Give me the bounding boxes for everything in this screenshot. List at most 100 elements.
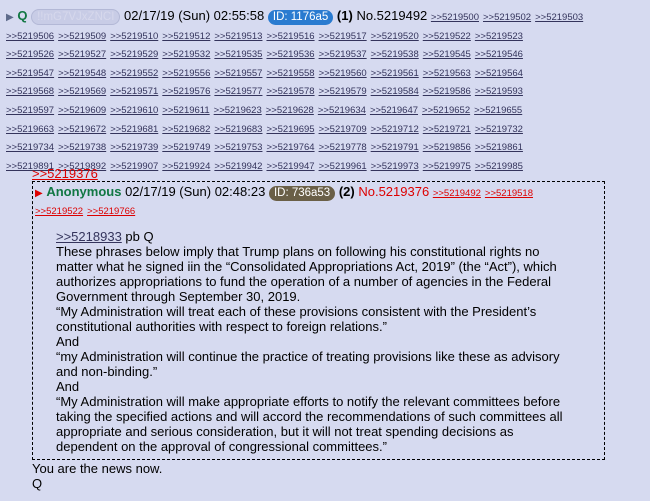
quoted-backlink[interactable]: >>5219766 <box>87 206 135 217</box>
backlink[interactable]: >>5219586 <box>423 86 471 97</box>
backlink[interactable]: >>5219512 <box>162 31 210 42</box>
backlink[interactable]: >>5219579 <box>319 86 367 97</box>
backlink[interactable]: >>5219947 <box>266 161 314 172</box>
poster-id-badge[interactable]: ID: 1176a5 <box>267 10 334 25</box>
backlink[interactable]: >>5219721 <box>423 124 471 135</box>
backlink[interactable]: >>5219577 <box>214 86 262 97</box>
backlink[interactable]: >>5219856 <box>423 142 471 153</box>
backlink[interactable]: >>5219503 <box>535 12 583 23</box>
quoted-post-menu-arrow-icon[interactable]: ▶ <box>35 188 43 199</box>
quote-link[interactable]: >>5219376 <box>32 166 98 181</box>
backlink[interactable]: >>5219547 <box>6 68 54 79</box>
backlink[interactable]: >>5219732 <box>475 124 523 135</box>
backlink[interactable]: >>5219545 <box>423 49 471 60</box>
backlink[interactable]: >>5219683 <box>214 124 262 135</box>
quoted-backlink[interactable]: >>5219492 <box>433 188 481 199</box>
backlink[interactable]: >>5219578 <box>266 86 314 97</box>
backlink[interactable]: >>5219647 <box>370 105 418 116</box>
backlink[interactable]: >>5219709 <box>319 124 367 135</box>
backlink[interactable]: >>5219584 <box>371 86 419 97</box>
backlink[interactable]: >>5219682 <box>162 124 210 135</box>
backlink[interactable]: >>5219973 <box>371 161 419 172</box>
backlink[interactable]: >>5219513 <box>214 31 262 42</box>
backlink[interactable]: >>5219526 <box>6 49 54 60</box>
backlink[interactable]: >>5219537 <box>319 49 367 60</box>
backlink[interactable]: >>5219560 <box>319 68 367 79</box>
backlink[interactable]: >>5219610 <box>110 105 158 116</box>
backlink[interactable]: >>5219942 <box>214 161 262 172</box>
backlink[interactable]: >>5219672 <box>58 124 106 135</box>
backlink[interactable]: >>5219924 <box>162 161 210 172</box>
backlink[interactable]: >>5219529 <box>110 49 158 60</box>
backlink[interactable]: >>5219975 <box>423 161 471 172</box>
backlink[interactable]: >>5219569 <box>58 86 106 97</box>
quoted-poster-id-badge[interactable]: ID: 736a53 <box>268 186 336 201</box>
backlink[interactable]: >>5219628 <box>266 105 314 116</box>
backlink[interactable]: >>5219634 <box>318 105 366 116</box>
backlink[interactable]: >>5219712 <box>371 124 419 135</box>
backlink[interactable]: >>5219506 <box>6 31 54 42</box>
backlink[interactable]: >>5219509 <box>58 31 106 42</box>
backlink[interactable]: >>5219623 <box>214 105 262 116</box>
backlink[interactable]: >>5219576 <box>162 86 210 97</box>
backlink[interactable]: >>5219523 <box>475 31 523 42</box>
backlink[interactable]: >>5219564 <box>475 68 523 79</box>
post-message: You are the news now. Q <box>32 461 162 491</box>
backlink[interactable]: >>5219764 <box>266 142 314 153</box>
backlink[interactable]: >>5219695 <box>266 124 314 135</box>
post-menu-arrow-icon[interactable]: ▶ <box>6 12 14 23</box>
quoted-post-count: (2) <box>338 184 355 199</box>
backlink[interactable]: >>5219985 <box>475 161 523 172</box>
backlink[interactable]: >>5219535 <box>214 49 262 60</box>
backlink[interactable]: >>5219961 <box>319 161 367 172</box>
backlink[interactable]: >>5219611 <box>162 105 209 116</box>
backlink[interactable]: >>5219681 <box>110 124 158 135</box>
quoted-backlink[interactable]: >>5219522 <box>35 206 83 217</box>
backlink[interactable]: >>5219791 <box>371 142 419 153</box>
quoted-backlink[interactable]: >>5219518 <box>485 188 533 199</box>
backlink[interactable]: >>5219517 <box>319 31 367 42</box>
backlink[interactable]: >>5219753 <box>214 142 262 153</box>
backlink[interactable]: >>5219510 <box>110 31 158 42</box>
backlink[interactable]: >>5219516 <box>266 31 314 42</box>
backlink-row: >>5219734 >>5219738 >>5219739 >>5219749 >>52… <box>6 138 646 157</box>
backlink[interactable]: >>5219556 <box>162 68 210 79</box>
backlink-row: >>5219597 >>5219609 >>5219610 >>5219611 >>52… <box>6 101 646 120</box>
backlink[interactable]: >>5219527 <box>58 49 106 60</box>
backlink[interactable]: >>5219749 <box>162 142 210 153</box>
reference-link[interactable]: >>5218933 <box>56 229 122 244</box>
backlink[interactable]: >>5219738 <box>58 142 106 153</box>
backlink[interactable]: >>5219558 <box>266 68 314 79</box>
backlink[interactable]: >>5219563 <box>423 68 471 79</box>
backlink[interactable]: >>5219561 <box>371 68 419 79</box>
backlink[interactable]: >>5219568 <box>6 86 54 97</box>
backlink[interactable]: >>5219522 <box>423 31 471 42</box>
backlink[interactable]: >>5219520 <box>371 31 419 42</box>
backlink[interactable]: >>5219502 <box>483 12 531 23</box>
backlink[interactable]: >>5219597 <box>6 105 54 116</box>
backlink[interactable]: >>5219538 <box>371 49 419 60</box>
backlink[interactable]: >>5219593 <box>475 86 523 97</box>
quoted-post-body: >>5218933 pb Q These phrases below imply… <box>56 229 576 454</box>
backlink[interactable]: >>5219652 <box>422 105 470 116</box>
backlink[interactable]: >>5219655 <box>474 105 522 116</box>
backlink[interactable]: >>5219552 <box>110 68 158 79</box>
post-count: (1) <box>336 8 353 23</box>
backlink[interactable]: >>5219546 <box>475 49 523 60</box>
post-number[interactable]: No.5219492 <box>356 8 427 23</box>
quoted-post-number[interactable]: No.5219376 <box>358 184 429 199</box>
backlink[interactable]: >>5219663 <box>6 124 54 135</box>
backlink[interactable]: >>5219734 <box>6 142 54 153</box>
backlink[interactable]: >>5219861 <box>475 142 523 153</box>
backlink[interactable]: >>5219557 <box>214 68 262 79</box>
backlink[interactable]: >>5219500 <box>431 12 479 23</box>
backlink[interactable]: >>5219609 <box>58 105 106 116</box>
backlink[interactable]: >>5219532 <box>162 49 210 60</box>
backlink[interactable]: >>5219571 <box>110 86 158 97</box>
backlink[interactable]: >>5219536 <box>266 49 314 60</box>
backlink[interactable]: >>5219739 <box>110 142 158 153</box>
quoted-post: ▶ Anonymous 02/17/19 (Sun) 02:48:23 ID: … <box>32 181 605 460</box>
backlink[interactable]: >>5219907 <box>110 161 158 172</box>
backlink[interactable]: >>5219548 <box>58 68 106 79</box>
backlink[interactable]: >>5219778 <box>319 142 367 153</box>
